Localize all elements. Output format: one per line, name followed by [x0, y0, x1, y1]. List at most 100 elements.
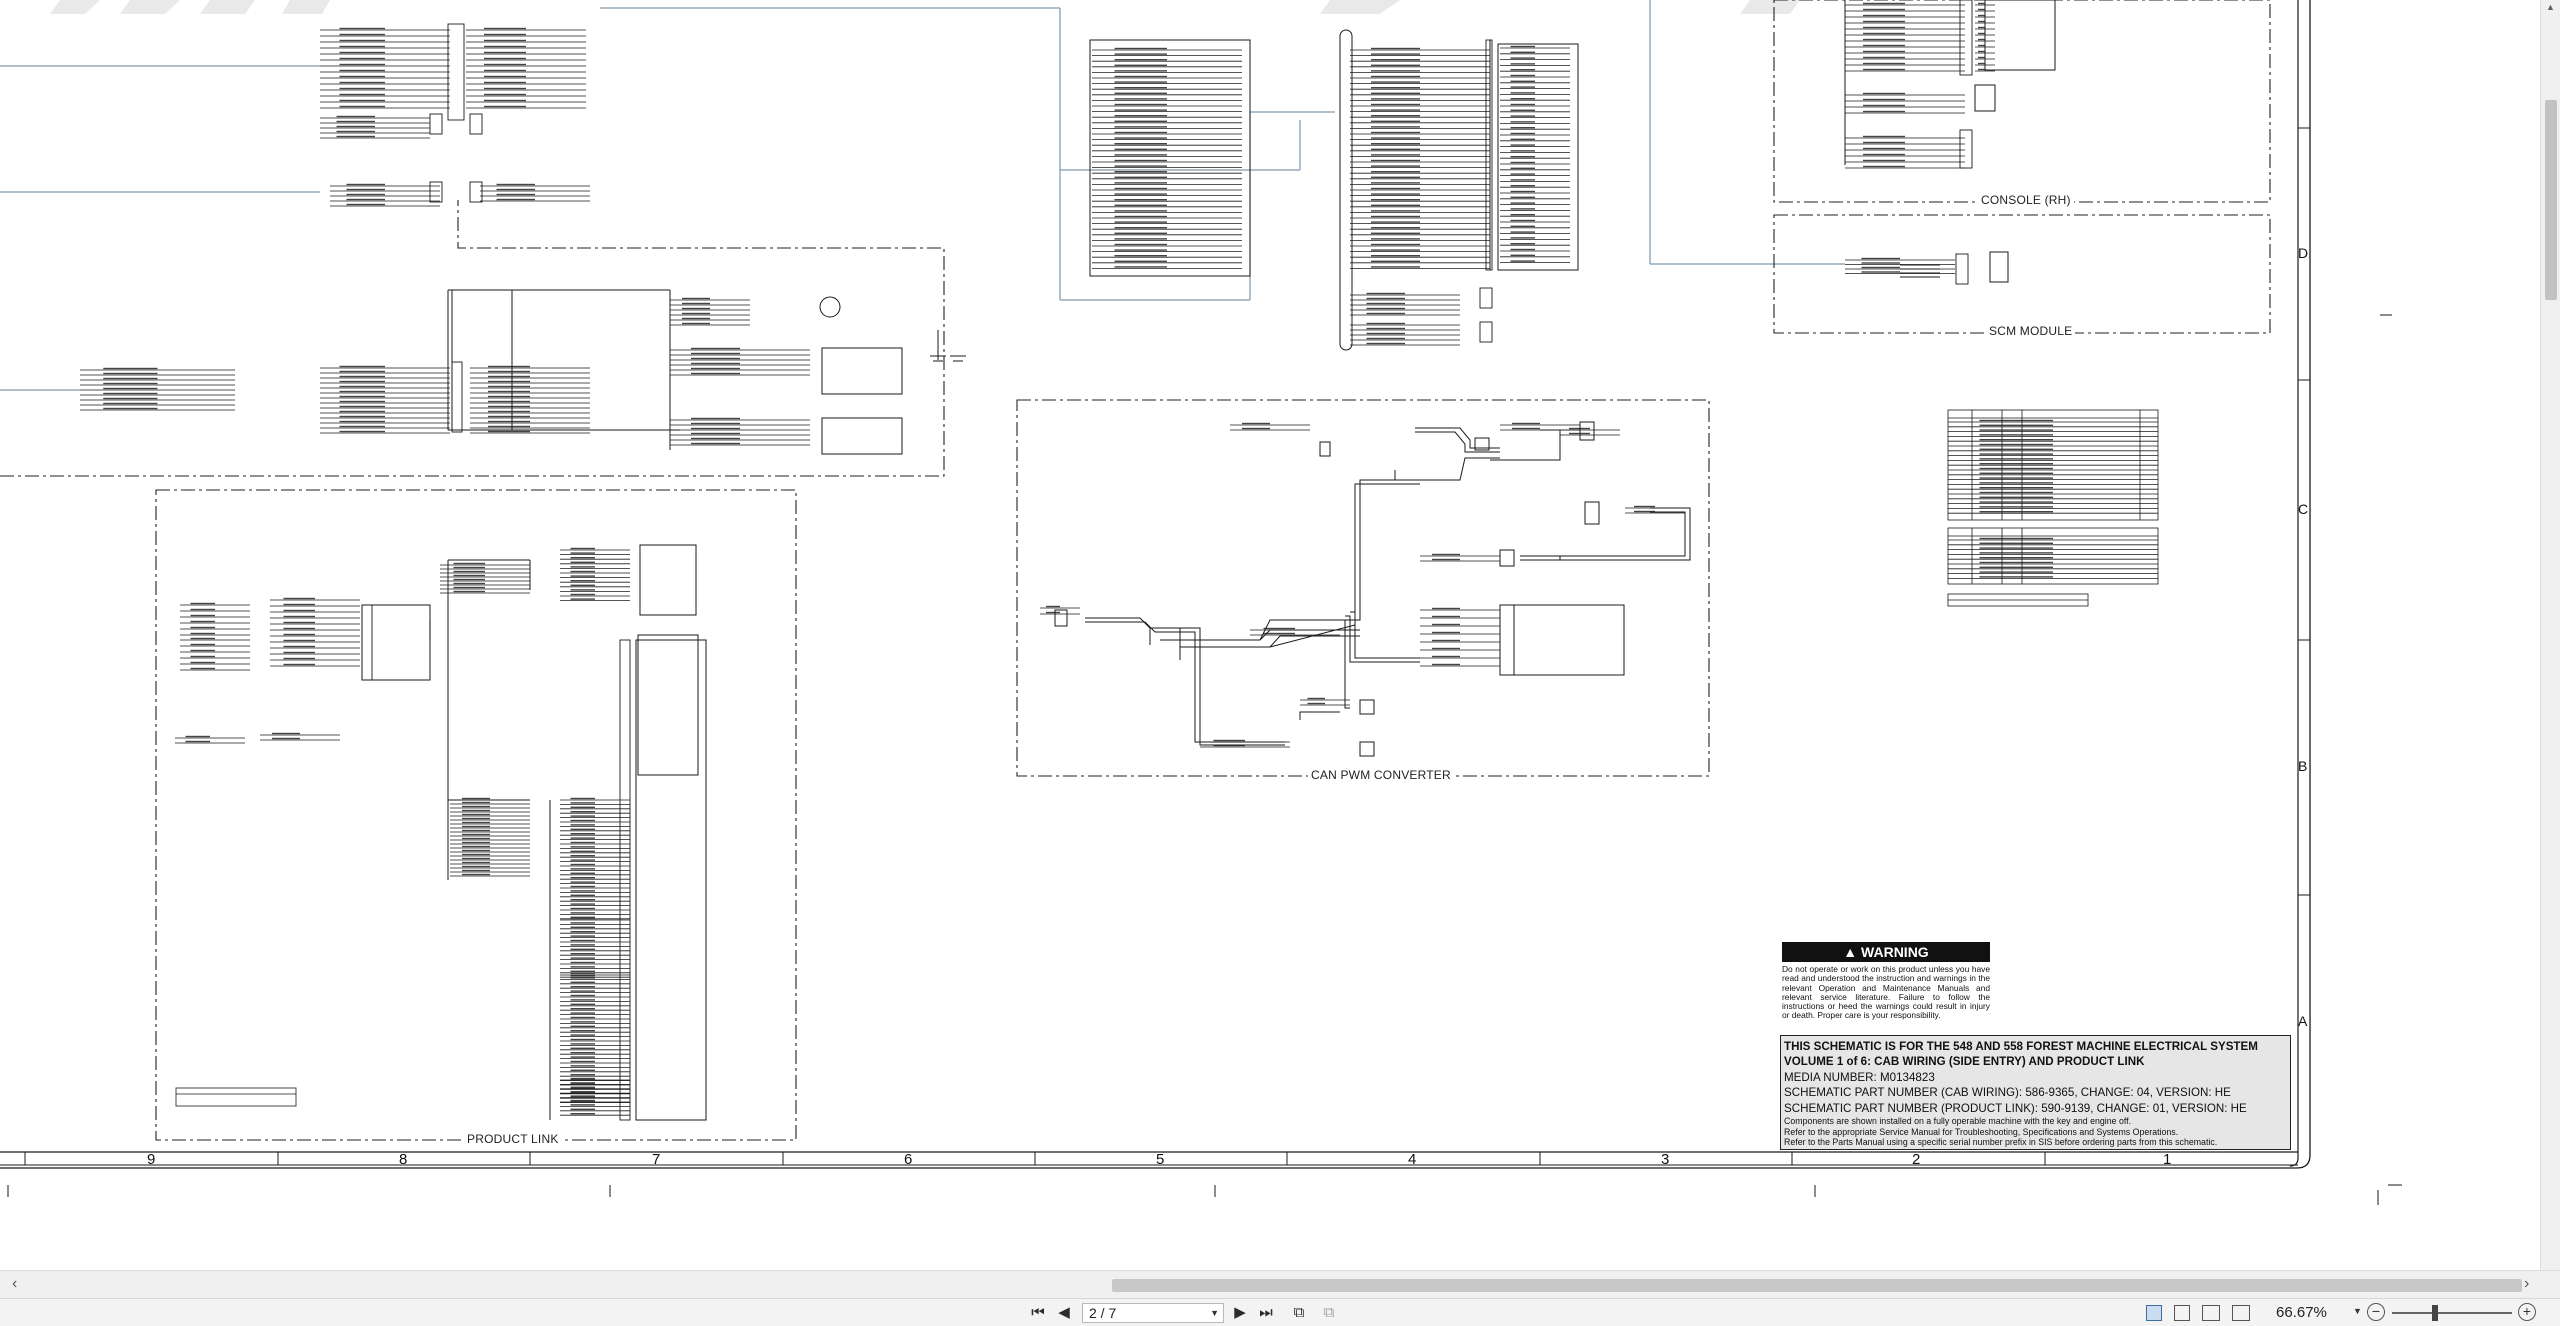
warning-notice: ▲ WARNING Do not operate or work on this…	[1782, 942, 1990, 1021]
zone-column-label: 5	[1156, 1151, 1165, 1168]
chevron-down-icon[interactable]: ▼	[1210, 1304, 1219, 1322]
wire-bundle	[440, 562, 530, 594]
note-parts-manual: Refer to the Parts Manual using a specif…	[1784, 1137, 2218, 1148]
wire-bundle	[320, 115, 430, 139]
zone-column-label: 2	[1912, 1151, 1921, 1168]
zone-column-label: 6	[904, 1151, 913, 1168]
table-row-lines	[1948, 419, 2158, 514]
wire-bundle	[1230, 422, 1310, 431]
connector	[447, 23, 465, 121]
zoom-slider-thumb[interactable]	[2432, 1305, 2438, 1321]
wire-bundle	[1845, 135, 1965, 169]
connector	[429, 181, 443, 203]
vertical-scroll-thumb[interactable]	[2545, 100, 2557, 300]
watermark	[50, 0, 1800, 14]
zone-column-label: 8	[399, 1151, 408, 1168]
wire-bundle	[180, 602, 250, 636]
section-label-product-link: PRODUCT LINK	[464, 1132, 562, 1146]
scroll-up-icon[interactable]: ▲	[2546, 2, 2555, 12]
status-bar: ⏮ ◀ 2 / 7 ▼ ▶ ⏭ ⧉ ⧉ 66.67% ▼ − +	[0, 1298, 2560, 1326]
connector	[619, 639, 631, 1121]
zoom-slider-track[interactable]	[2392, 1312, 2512, 1314]
horizontal-scroll-thumb[interactable]	[1112, 1279, 2522, 1292]
zoom-in-icon[interactable]: +	[2518, 1303, 2536, 1321]
page-number-value: 2 / 7	[1089, 1305, 1117, 1321]
wire-bundle	[80, 367, 235, 411]
warning-header: ▲ WARNING	[1782, 942, 1990, 962]
wire-bundle	[560, 797, 630, 920]
zone-column-label: 4	[1408, 1151, 1417, 1168]
wire-bundle	[1200, 739, 1290, 748]
connector	[1479, 287, 1493, 309]
wire-bundle	[1092, 47, 1242, 269]
title-line-1: THIS SCHEMATIC IS FOR THE 548 AND 558 FO…	[1784, 1040, 2258, 1053]
zoom-chevron-down-icon[interactable]: ▼	[2353, 1306, 2362, 1316]
media-number: MEDIA NUMBER: M0134823	[1784, 1070, 1935, 1084]
wire-bundle	[320, 365, 450, 434]
wire-bundle	[1350, 292, 1460, 316]
wire-bundle	[1845, 2, 1965, 72]
wire-bundle	[1845, 257, 1955, 274]
wire-bundle	[175, 735, 245, 744]
wire-bundle	[1420, 553, 1500, 562]
single-page-icon[interactable]	[2146, 1305, 2162, 1321]
scroll-right-icon[interactable]: ›	[2524, 1276, 2529, 1292]
wire-bundle	[1420, 607, 1500, 667]
zone-row-label: A	[2298, 1013, 2308, 1029]
wire-bundle	[670, 417, 810, 446]
wire-bundle	[670, 297, 750, 326]
wire-bundle	[466, 27, 586, 109]
zoom-out-icon[interactable]: −	[2367, 1303, 2385, 1321]
wire-bundle	[670, 347, 810, 376]
connector	[361, 604, 373, 681]
connector	[469, 181, 483, 203]
zone-column-label: 7	[652, 1151, 661, 1168]
scroll-left-icon[interactable]: ‹	[12, 1276, 17, 1292]
wire-bundle	[560, 917, 630, 978]
wire-bundle	[450, 797, 530, 877]
connector	[1955, 253, 1969, 285]
zone-column-label: 1	[2163, 1151, 2172, 1168]
document-viewport[interactable]: CONSOLE (RH) SCM MODULE CAN PWM CONVERTE…	[0, 0, 2540, 1270]
connector	[451, 361, 463, 433]
schematic-part-number-product-link: SCHEMATIC PART NUMBER (PRODUCT LINK): 59…	[1784, 1101, 2247, 1115]
connector	[429, 113, 443, 135]
horizontal-scrollbar[interactable]: ‹ ›	[0, 1270, 2560, 1298]
wire-bundle	[330, 183, 440, 207]
zone-column-label: 9	[147, 1151, 156, 1168]
harness-lines	[0, 0, 1845, 640]
zoom-level[interactable]: 66.67%	[2276, 1304, 2327, 1321]
previous-view-icon[interactable]: ⧉	[1288, 1303, 1310, 1323]
next-page-icon[interactable]: ▶	[1232, 1303, 1248, 1323]
note-service-manual: Refer to the appropriate Service Manual …	[1784, 1126, 2179, 1137]
wire-bundle	[560, 1077, 630, 1116]
vertical-scrollbar[interactable]: ▲	[2540, 0, 2560, 1270]
wire-bundle	[270, 597, 360, 667]
wire-bundle	[1500, 45, 1570, 264]
wire-bundle	[180, 637, 250, 671]
previous-page-icon[interactable]: ◀	[1056, 1303, 1072, 1323]
zone-row-label: D	[2298, 245, 2309, 261]
warning-title: WARNING	[1861, 944, 1929, 960]
schematic-part-number-cab: SCHEMATIC PART NUMBER (CAB WIRING): 586-…	[1784, 1086, 2231, 1100]
warning-triangle-icon: ▲	[1843, 944, 1858, 960]
page-number-field[interactable]: 2 / 7 ▼	[1082, 1303, 1224, 1323]
wire-bundle	[1300, 697, 1350, 706]
wire-bundle	[1350, 322, 1460, 346]
wire-bundle	[1500, 422, 1580, 431]
warning-body: Do not operate or work on this product u…	[1782, 964, 1990, 1021]
two-page-continuous-icon[interactable]	[2232, 1305, 2250, 1321]
drawing-border	[0, 0, 2402, 1205]
two-page-icon[interactable]	[2202, 1305, 2220, 1321]
wire-bundle	[320, 27, 450, 109]
zone-row-label: C	[2298, 501, 2309, 517]
can-pwm-wiring	[1054, 421, 1691, 757]
section-label-console-rh: CONSOLE (RH)	[1978, 193, 2074, 207]
wire-bundle	[1350, 47, 1490, 269]
note-components: Components are shown installed on a full…	[1784, 1116, 2132, 1127]
connector	[1479, 321, 1493, 343]
next-view-icon[interactable]: ⧉	[1318, 1303, 1340, 1323]
continuous-icon[interactable]	[2174, 1305, 2190, 1321]
first-page-icon[interactable]: ⏮	[1028, 1303, 1048, 1323]
last-page-icon[interactable]: ⏭	[1256, 1303, 1276, 1323]
